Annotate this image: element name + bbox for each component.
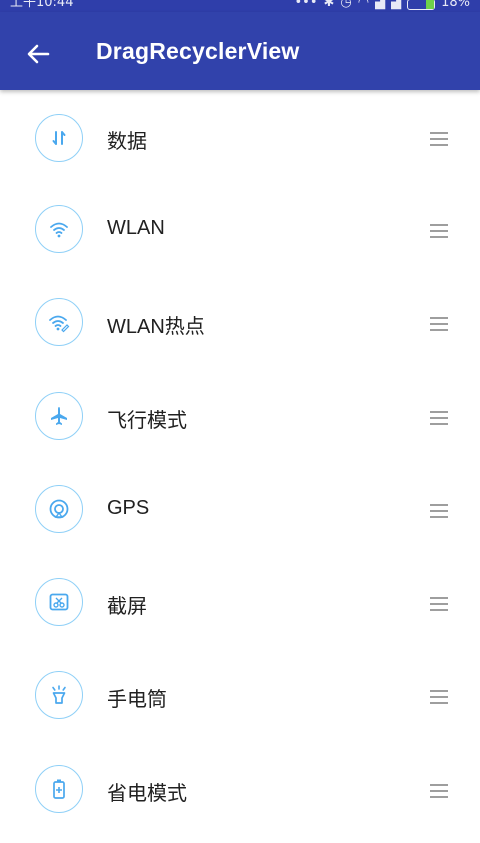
- list-item-wlan[interactable]: WLAN: [0, 184, 480, 277]
- item-label: 截屏: [107, 596, 147, 619]
- status-bar: 上午10:44 ••• ✱ ◷ ◠ ▟ ▟ 18%: [0, 0, 480, 12]
- flashlight-icon: [35, 671, 83, 720]
- gps-icon: [35, 484, 83, 533]
- airplane-icon: [35, 391, 83, 440]
- drag-list: 数据 WLAN WLAN热点 飞行模式 GPS 截屏 手电筒 省电模式: [0, 92, 480, 837]
- drag-handle-icon[interactable]: [430, 597, 448, 612]
- alarm-icon: ◷: [340, 0, 352, 10]
- battery-percent: 18%: [441, 0, 470, 10]
- item-label: 数据: [107, 131, 147, 153]
- item-label: WLAN热点: [107, 316, 205, 339]
- drag-handle-icon[interactable]: [430, 690, 448, 705]
- drag-handle-icon[interactable]: [430, 132, 448, 146]
- signal-icon-2: ▟: [391, 0, 402, 10]
- list-item-battery-saver[interactable]: 省电模式: [0, 744, 480, 837]
- list-item-gps[interactable]: GPS: [0, 464, 480, 557]
- more-icon: •••: [294, 0, 318, 10]
- list-item-data[interactable]: 数据: [0, 92, 480, 184]
- item-label: 省电模式: [107, 782, 187, 805]
- list-item-flashlight[interactable]: 手电筒: [0, 650, 480, 743]
- drag-handle-icon[interactable]: [430, 224, 448, 238]
- wifi-status-icon: ◠: [357, 0, 370, 10]
- drag-handle-icon[interactable]: [430, 503, 448, 518]
- wifi-icon: [35, 205, 83, 253]
- item-label: 飞行模式: [107, 409, 187, 432]
- arrow-back-icon: [27, 44, 50, 64]
- bluetooth-icon: ✱: [323, 0, 335, 10]
- wifi-hotspot-icon: [35, 298, 83, 347]
- data-transfer-icon: [35, 114, 83, 162]
- status-icons: ••• ✱ ◷ ◠ ▟ ▟ 18%: [294, 0, 470, 10]
- back-button[interactable]: [22, 38, 54, 70]
- item-label: GPS: [107, 496, 150, 519]
- page-title: DragRecyclerView: [96, 38, 300, 64]
- drag-handle-icon[interactable]: [430, 317, 448, 332]
- item-label: WLAN: [107, 217, 165, 239]
- list-item-wlan-hotspot[interactable]: WLAN热点: [0, 277, 480, 370]
- status-time: 上午10:44: [10, 0, 74, 10]
- app-bar: DragRecyclerView: [0, 12, 480, 90]
- drag-handle-icon[interactable]: [430, 410, 448, 425]
- battery-saver-icon: [35, 764, 83, 813]
- drag-handle-icon[interactable]: [430, 783, 448, 798]
- battery-icon: [407, 0, 436, 10]
- item-label: 手电筒: [107, 689, 167, 712]
- signal-icon: ▟: [375, 0, 386, 10]
- list-item-screenshot[interactable]: 截屏: [0, 557, 480, 650]
- list-item-airplane-mode[interactable]: 飞行模式: [0, 371, 480, 464]
- screenshot-icon: [35, 578, 83, 627]
